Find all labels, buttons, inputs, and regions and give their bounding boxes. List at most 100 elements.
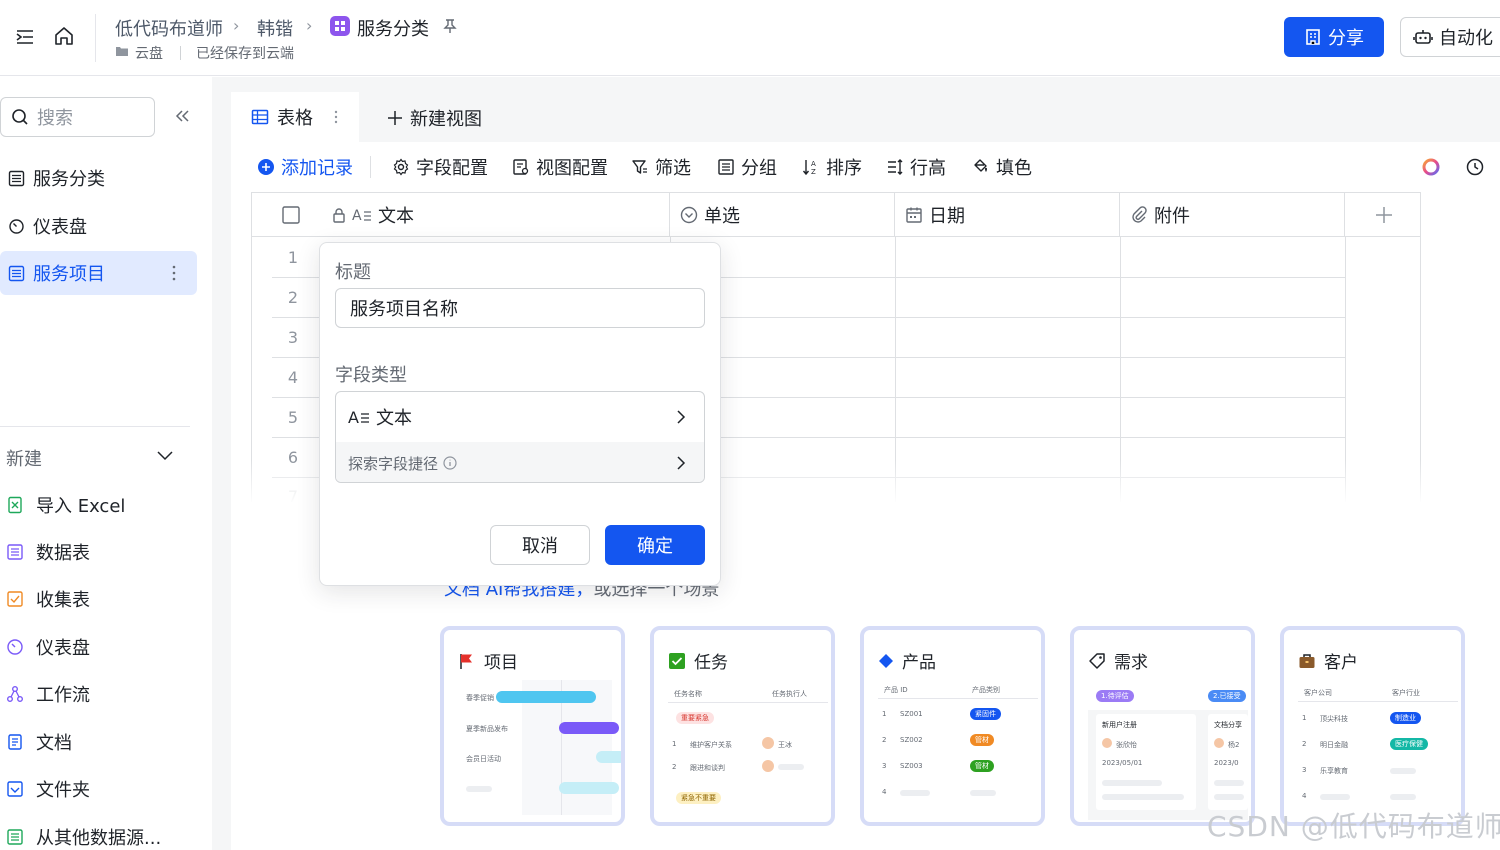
chevron-down-icon[interactable] [156,449,174,461]
search-input[interactable]: 搜索 [0,97,155,137]
new-dashboard[interactable]: 仪表盘 [6,630,90,664]
column-header-single-select[interactable]: 单选 [670,193,895,237]
row-height-icon [886,158,904,176]
tab-label: 表格 [277,108,313,129]
home-icon[interactable] [53,25,75,47]
page-title[interactable]: 服务分类 [357,15,429,41]
template-row: 明日金融 [1320,741,1348,749]
row-number: 2 [287,288,299,307]
industry-tag: 制造业 [1390,712,1421,724]
sidebar-item-dashboard[interactable]: 仪表盘 [0,204,197,248]
column-header-date[interactable]: 日期 [895,193,1120,237]
breadcrumb-workspace[interactable]: 低代码布道师 [115,15,223,41]
category-tag: 管材 [970,760,994,772]
confirm-label: 确定 [637,536,673,557]
fill-color-label: 填色 [996,158,1032,179]
filter-label: 筛选 [655,158,691,179]
breadcrumb-folder[interactable]: 韩锴 [257,15,293,41]
row-height-label: 行高 [910,158,946,179]
avatar [1214,738,1224,748]
group-button[interactable]: 分组 [717,154,777,180]
sidebar-item-service-items[interactable]: 服务项目 [0,251,197,295]
column-header-label: 日期 [929,205,965,227]
cancel-button[interactable]: 取消 [490,525,590,565]
field-edit-popup: 标题 服务项目名称 字段类型 A 文本 探索字段捷径 取消 确定 [319,242,721,586]
sidebar-item-service-category[interactable]: 服务分类 [0,156,197,200]
workflow-icon [6,685,24,703]
view-settings-icon [512,158,530,176]
field-config-button[interactable]: 字段配置 [392,154,488,180]
field-type-option[interactable]: A 文本 [336,392,704,442]
placeholder-bar [1214,794,1244,800]
checkbox[interactable] [282,205,300,224]
template-row-num: 2 [882,736,887,744]
add-column-button[interactable] [1345,193,1420,237]
avatar [762,737,774,749]
automation-button[interactable]: 自动化 [1400,17,1500,57]
filter-button[interactable]: 筛选 [631,154,691,180]
add-record-button[interactable]: 添加记录 [257,154,353,180]
plus-circle-icon [257,158,275,176]
table-icon [8,265,25,282]
template-col: 客户公司 [1304,689,1332,697]
new-view-button[interactable]: 新建视图 [386,105,482,131]
ai-assistant-icon[interactable] [1421,157,1441,177]
more-vertical-icon[interactable] [333,109,339,125]
template-row: 会员日活动 [466,755,501,763]
new-folder[interactable]: 文件夹 [6,772,90,806]
sort-label: 排序 [826,158,862,179]
kanban-card-date: 2023/05/01 [1102,759,1143,767]
new-from-other-source[interactable]: 从其他数据源... [6,820,161,850]
confirm-button[interactable]: 确定 [605,525,705,565]
status-tag: 1.待评估 [1096,690,1134,702]
new-form[interactable]: 收集表 [6,582,90,616]
location-label[interactable]: 云盘 [135,43,163,63]
column-header-text[interactable]: A 文本 [252,193,670,237]
new-document[interactable]: 文档 [6,725,72,759]
column-header-attachment[interactable]: 附件 [1120,193,1345,237]
fill-color-button[interactable]: 填色 [972,154,1032,180]
tab-bar-filler [359,92,1500,142]
template-row: SZ001 [900,710,923,718]
template-card-product[interactable]: 产品 产品 ID 产品类别 1 SZ001 紧固件 2 SZ002 管材 3 S… [860,626,1045,826]
search-icon [11,108,29,126]
text-field-icon: A [352,207,372,223]
new-datasheet[interactable]: 数据表 [6,535,90,569]
template-row-num: 4 [1302,792,1307,800]
template-title: 任务 [668,648,728,673]
paperclip-icon [1130,205,1148,224]
group-icon [717,158,735,176]
more-vertical-icon[interactable] [171,264,177,282]
checkbox-checked-icon [668,652,686,670]
add-record-label: 添加记录 [281,158,353,179]
view-config-button[interactable]: 视图配置 [512,154,608,180]
row-height-button[interactable]: 行高 [886,154,946,180]
template-col: 产品 ID [884,686,908,694]
chevron-right-icon [676,409,686,425]
template-card-customer[interactable]: 客户 客户公司 客户行业 1 顶尖科技 制造业 2 明日金融 医疗保健 3 乐享… [1280,626,1465,826]
new-workflow[interactable]: 工作流 [6,677,90,711]
new-import-excel[interactable]: 导入 Excel [6,488,125,522]
svg-text:Z: Z [811,168,816,176]
template-card-task[interactable]: 任务 任务名称 任务执行人 重要紧急 1 维护客户关系 王冰 2 跟进和谈判 紧… [650,626,835,826]
template-card-project[interactable]: 项目 春季促销 夏季新品发布 会员日活动 [440,626,625,826]
briefcase-icon [1298,652,1316,670]
building-icon [1304,28,1322,46]
share-button[interactable]: 分享 [1284,17,1384,57]
explore-field-shortcuts[interactable]: 探索字段捷径 [336,442,704,482]
title-input[interactable]: 服务项目名称 [335,288,705,328]
category-tag: 管材 [970,734,994,746]
pin-icon[interactable] [442,18,458,34]
svg-text:A: A [348,408,359,426]
excel-icon [6,496,24,514]
collapse-sidebar-icon[interactable] [14,26,36,48]
svg-text:A: A [811,160,816,168]
field-type-value: 文本 [376,408,412,429]
tab-table-view[interactable]: 表格 [231,92,359,142]
collapse-double-left-icon[interactable] [173,108,191,124]
new-view-label: 新建视图 [410,109,482,130]
template-card-requirement[interactable]: 需求 1.待评估 2.已接受 新用户注册 张欣怡 2023/05/01 文档分享… [1070,626,1255,826]
history-icon[interactable] [1465,157,1485,177]
sort-button[interactable]: AZ 排序 [802,154,862,180]
row-number: 1 [287,248,299,267]
